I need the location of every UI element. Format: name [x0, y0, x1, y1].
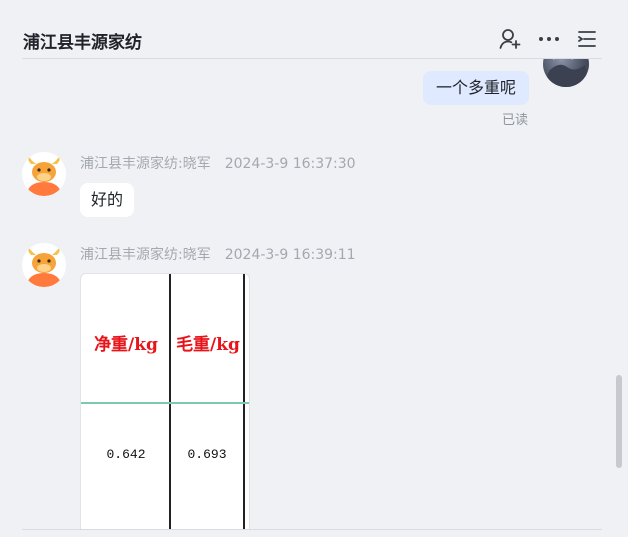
sender-avatar[interactable]: [22, 152, 66, 196]
outgoing-message-bubble[interactable]: 一个多重呢: [423, 71, 530, 105]
message-meta: 浦江县丰源家纺:晓军 2024-3-9 16:37:30: [80, 153, 356, 173]
list-menu-icon[interactable]: [575, 27, 599, 51]
read-status: 已读: [502, 113, 529, 128]
message-timestamp: 2024-3-9 16:37:30: [224, 156, 356, 172]
input-divider: [22, 529, 602, 530]
chat-title: 浦江县丰源家纺: [23, 33, 142, 53]
add-member-icon[interactable]: [498, 27, 522, 51]
image-table-header-gross-weight: 毛重/kg: [176, 335, 240, 355]
image-table-row-line: [81, 402, 249, 404]
sender-avatar[interactable]: [22, 243, 66, 287]
more-icon[interactable]: [537, 27, 561, 51]
my-avatar[interactable]: [543, 59, 589, 87]
incoming-message-bubble[interactable]: 好的: [80, 183, 135, 217]
message-timestamp: 2024-3-9 16:39:11: [224, 247, 356, 263]
message-meta: 浦江县丰源家纺:晓军 2024-3-9 16:39:11: [80, 244, 356, 264]
image-table-value-net-weight: 0.642: [106, 447, 146, 462]
scrollbar-thumb[interactable]: [616, 375, 622, 468]
sender-name: 浦江县丰源家纺:晓军: [80, 247, 211, 263]
image-message[interactable]: 净重/kg 毛重/kg 0.642 0.693: [80, 273, 250, 529]
message-list[interactable]: 一个多重呢 已读 浦江县丰源家纺:晓军 2024-3-9 16:37:30 好的: [0, 59, 628, 529]
chat-header: 浦江县丰源家纺: [0, 0, 628, 58]
sender-name: 浦江县丰源家纺:晓军: [80, 156, 211, 172]
image-table-value-gross-weight: 0.693: [187, 447, 227, 462]
image-table-header-net-weight: 净重/kg: [94, 335, 158, 355]
